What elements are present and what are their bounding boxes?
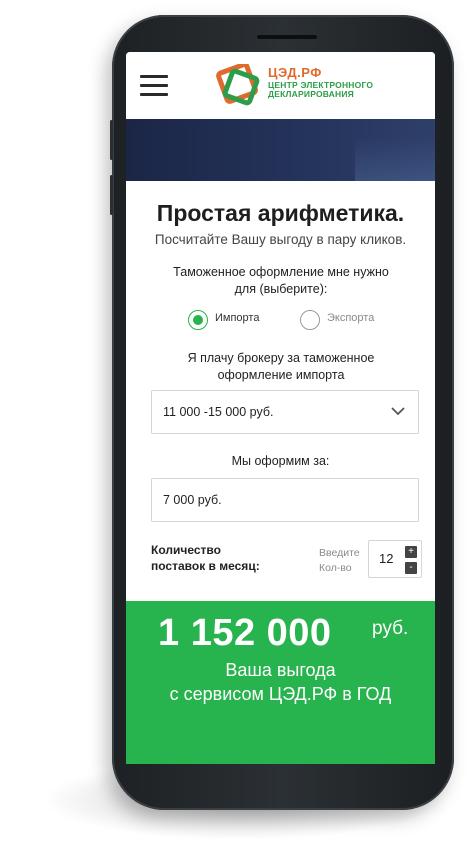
question-clearance-type: Таможенное оформление мне нужно для (выб… (156, 264, 406, 298)
question-our-price: Мы оформим за: (231, 454, 330, 468)
our-price-field[interactable]: 7 000 руб. (151, 478, 419, 522)
calculator-content: Простая арифметика. Посчитайте Вашу выго… (126, 52, 435, 764)
calculator-subtitle: Посчитайте Вашу выгоду в пару кликов. (154, 232, 407, 247)
quantity-hint: Введите Кол-во (319, 546, 360, 576)
savings-amount: 1 152 000 (158, 612, 332, 654)
calculator-title: Простая арифметика. (156, 200, 405, 226)
shipments-label-line1: Количество (151, 543, 221, 557)
question-broker-price: Я плачу брокеру за таможенное оформление… (156, 350, 406, 384)
our-price-value: 7 000 руб. (163, 493, 222, 507)
shipments-per-month-label: Количество поставок в месяц: (151, 542, 271, 574)
radio-selected-dot (193, 315, 203, 325)
question-broker-price-line2: оформление импорта (217, 368, 345, 382)
quantity-hint-line1: Введите (319, 547, 360, 559)
quantity-hint-line2: Кол-во (319, 562, 352, 574)
quantity-stepper[interactable]: 12 + - (368, 540, 422, 578)
radio-export-label[interactable]: Экспорта (327, 312, 374, 324)
radio-export-circle[interactable] (300, 310, 320, 330)
shipments-label-line2: поставок в месяц: (151, 559, 260, 573)
phone-speaker (257, 35, 317, 39)
broker-price-select[interactable]: 11 000 -15 000 руб. (151, 390, 419, 434)
phone-side-button (110, 120, 113, 160)
quantity-decrement-button[interactable]: - (405, 562, 417, 574)
phone-side-button (110, 175, 113, 215)
question-clearance-type-line1: Таможенное оформление мне нужно (173, 265, 389, 279)
question-clearance-type-line2: для (выберите): (234, 282, 328, 296)
broker-price-value: 11 000 -15 000 руб. (163, 405, 274, 419)
savings-caption-line1: Ваша выгода (225, 660, 336, 680)
radio-import-label[interactable]: Импорта (215, 312, 259, 324)
radio-import-circle[interactable] (188, 310, 208, 330)
question-broker-price-line1: Я плачу брокеру за таможенное (187, 351, 375, 365)
chevron-down-icon (391, 407, 405, 416)
quantity-value[interactable]: 12 (379, 551, 393, 566)
quantity-increment-button[interactable]: + (405, 546, 417, 558)
savings-caption-line2: с сервисом ЦЭД.РФ в ГОД (169, 684, 392, 704)
savings-currency: руб. (372, 618, 409, 639)
